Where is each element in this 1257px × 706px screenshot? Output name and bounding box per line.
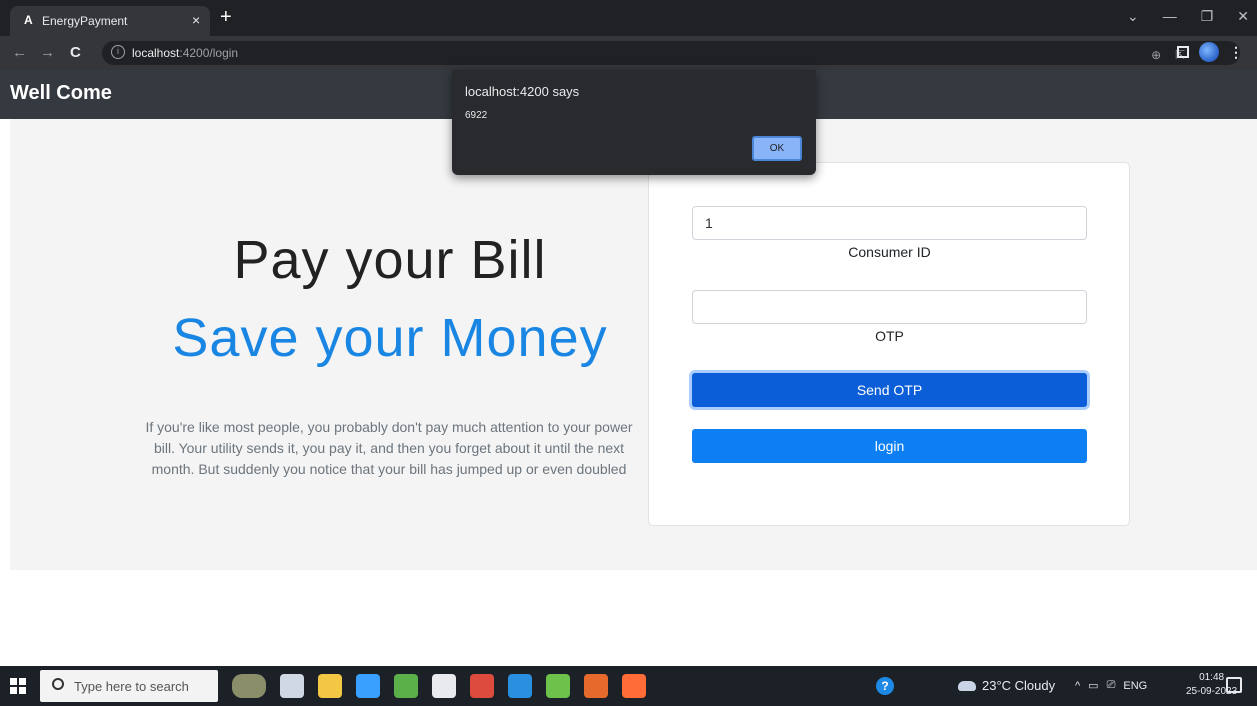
task-view-icon[interactable] [280,674,304,698]
reload-icon[interactable]: C [70,44,81,61]
profile-avatar[interactable] [1199,42,1219,62]
system-tray: ^ ▭ ⎚ ENG [1075,679,1147,692]
restore-icon[interactable]: ❐ [1201,8,1214,25]
site-info-icon[interactable]: i [111,45,125,59]
alert-message: 6922 [465,110,488,121]
window-controls: ⌄ — ❐ ✕ [1127,8,1249,25]
angular-favicon-icon: A [24,13,33,27]
menu-kebab-icon[interactable]: ⋮ [1229,44,1243,61]
gorilla-app-icon[interactable] [232,674,266,698]
forward-icon[interactable]: → [40,44,55,61]
weather-widget[interactable]: 23°C Cloudy [958,678,1055,693]
url-input[interactable]: i localhost:4200/login ⊕ ⇱ ☆ [102,41,1240,65]
language-indicator[interactable]: ENG [1123,680,1147,692]
file-explorer-icon[interactable] [318,674,342,698]
postman-icon[interactable] [622,674,646,698]
hero-description: If you're like most people, you probably… [145,419,633,477]
alert-dialog: localhost:4200 says 6922 OK [452,70,816,175]
url-path: :4200/login [179,46,239,60]
browser-address-bar: ← → C i localhost:4200/login ⊕ ⇱ ☆ ⋮ [0,36,1257,70]
otp-label: OTP [875,328,904,344]
zoom-icon[interactable]: ⊕ [1151,48,1161,62]
taskbar-search-placeholder: Type here to search [74,679,189,694]
network-icon[interactable]: ⎚ [1107,679,1116,692]
login-card: Consumer ID OTP Send OTP login [648,162,1130,526]
eclipse-icon[interactable] [394,674,418,698]
power-automate-icon[interactable] [356,674,380,698]
chrome-icon[interactable] [470,674,494,698]
login-button[interactable]: login [692,429,1087,463]
side-panel-icon[interactable] [1177,46,1189,58]
tab-title: EnergyPayment [42,14,128,28]
browser-tab[interactable]: A EnergyPayment × [10,6,210,36]
vscode-icon[interactable] [508,674,532,698]
tab-search-icon[interactable]: ⌄ [1127,8,1139,25]
notification-icon[interactable] [1226,677,1242,693]
chrome-alt-icon[interactable] [584,674,608,698]
url-text: localhost:4200/login [132,46,238,60]
navbar-brand[interactable]: Well Come [10,82,112,105]
back-icon[interactable]: ← [12,44,27,61]
browser-tab-bar: A EnergyPayment × + ⌄ — ❐ ✕ [0,0,1257,36]
taskbar-search-box[interactable]: Type here to search [40,670,218,702]
windows-taskbar: Type here to search ? 23°C Cloudy ^ ▭ ⎚ … [0,666,1257,706]
weather-text: 23°C Cloudy [982,678,1056,693]
close-window-icon[interactable]: ✕ [1237,8,1249,25]
spring-tool-icon[interactable] [546,674,570,698]
minimize-icon[interactable]: — [1163,8,1177,25]
send-otp-button[interactable]: Send OTP [692,373,1087,407]
alert-ok-button[interactable]: OK [752,136,802,161]
cloud-icon [958,680,976,691]
url-host: localhost [132,46,180,60]
new-tab-icon[interactable]: + [220,7,232,27]
battery-icon[interactable]: ▭ [1088,679,1098,692]
consumer-id-label: Consumer ID [848,244,931,260]
windows-start-icon[interactable] [10,678,26,694]
alert-title: localhost:4200 says [465,84,580,99]
terminal-icon[interactable] [432,674,456,698]
extension-area: ⋮ [1177,42,1243,62]
otp-input[interactable] [692,290,1087,324]
tray-chevron-icon[interactable]: ^ [1075,680,1080,692]
taskbar-apps [232,674,646,698]
close-tab-icon[interactable]: × [192,12,200,28]
search-icon [52,678,64,690]
consumer-id-input[interactable] [692,206,1087,240]
help-icon[interactable]: ? [876,677,894,695]
